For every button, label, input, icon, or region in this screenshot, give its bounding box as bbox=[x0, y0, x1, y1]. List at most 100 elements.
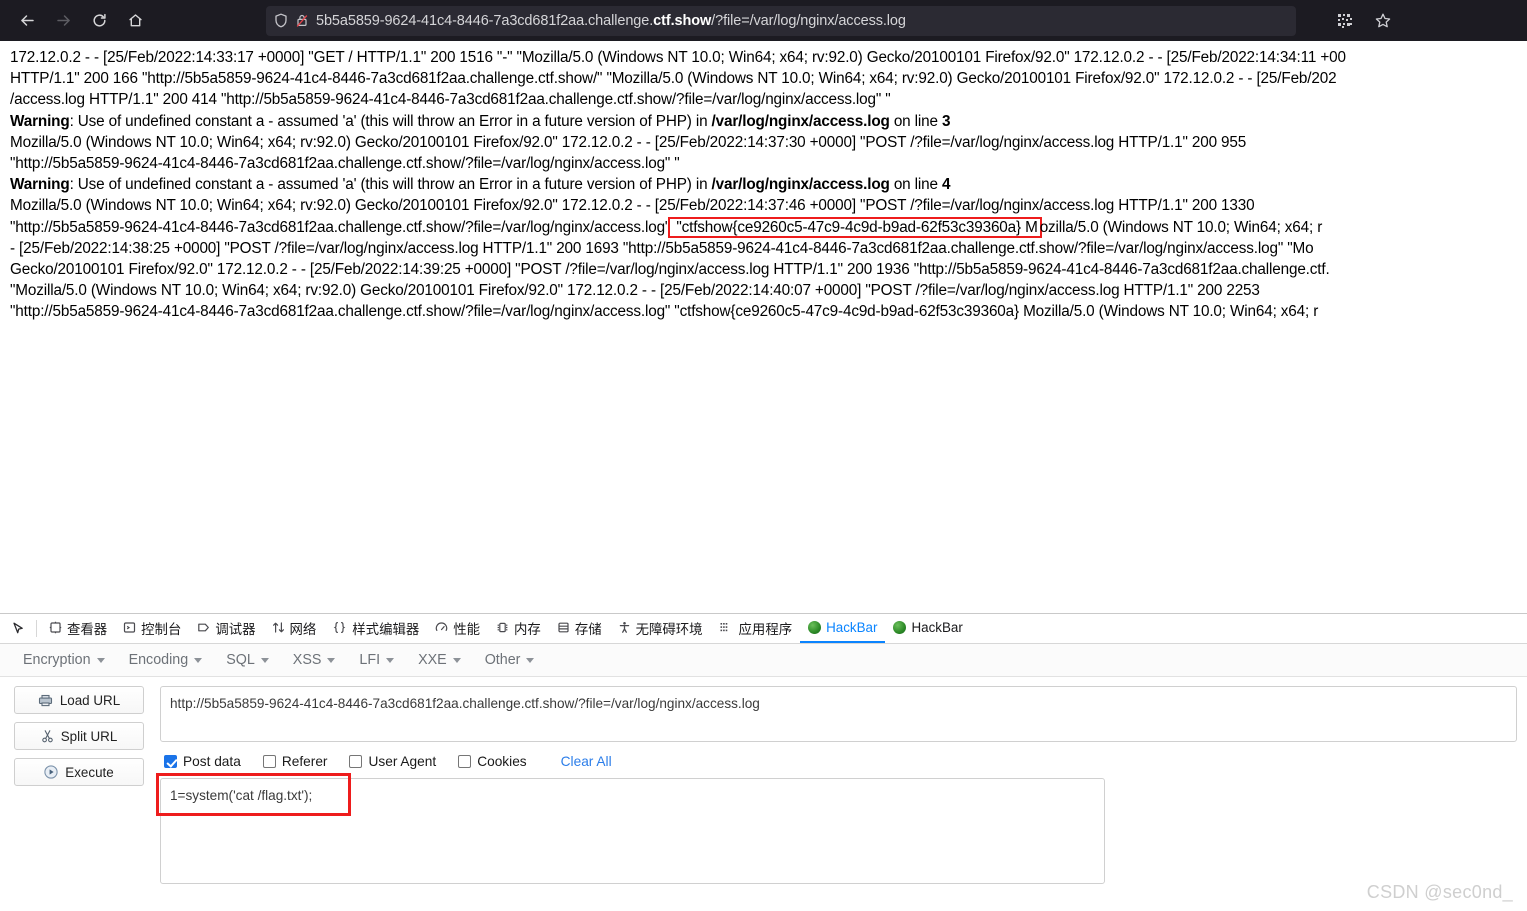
reload-icon[interactable] bbox=[82, 6, 116, 36]
url-input[interactable] bbox=[160, 686, 1517, 742]
hackbar-menu-lfi[interactable]: LFI bbox=[350, 648, 403, 672]
home-icon[interactable] bbox=[118, 6, 152, 36]
checkbox-label: Cookies bbox=[477, 754, 527, 769]
checkbox-user-agent[interactable]: User Agent bbox=[349, 754, 436, 769]
checkbox-post-data[interactable]: Post data bbox=[164, 754, 241, 769]
csdn-watermark: CSDN @sec0nd_ bbox=[1366, 882, 1513, 902]
checkbox-cookies[interactable]: Cookies bbox=[458, 754, 527, 769]
log-segment: Gecko/20100101 Firefox/92.0" 172.12.0.2 … bbox=[10, 261, 1330, 279]
address-bar-text: 5b5a5859-9624-41c4-8446-7a3cd681f2aa.cha… bbox=[316, 13, 906, 29]
chevron-down-icon bbox=[452, 657, 461, 663]
checkbox-box[interactable] bbox=[262, 755, 276, 768]
checkbox-label: User Agent bbox=[368, 754, 437, 769]
chevron-down-icon bbox=[194, 657, 203, 663]
log-line: Warning: Use of undefined constant a - a… bbox=[10, 174, 1517, 195]
shield-icon bbox=[274, 13, 288, 28]
load-url-button[interactable]: Load URL bbox=[14, 686, 144, 714]
hackbar-body: Load URL Split URL Execute Post data Refere… bbox=[0, 677, 1527, 911]
flag-highlight: "ctfshow{ce9260c5-47c9-4c9d-b9ad-62f53c3… bbox=[668, 216, 1042, 238]
tab-label: 样式编辑器 bbox=[352, 621, 420, 637]
tab-网络[interactable]: 网络 bbox=[264, 614, 325, 643]
tab-label: HackBar bbox=[911, 620, 963, 635]
tab-label: 调试器 bbox=[215, 621, 256, 637]
clear-all-link[interactable]: Clear All bbox=[561, 754, 612, 769]
tab-label: 存储 bbox=[574, 621, 602, 637]
log-segment: "Mozilla/5.0 (Windows NT 10.0; Win64; x6… bbox=[10, 282, 1260, 300]
tab-查看器[interactable]: 查看器 bbox=[41, 614, 115, 643]
tab-label: HackBar bbox=[826, 620, 878, 635]
log-segment: "http://5b5a5859-9624-41c4-8446-7a3cd681… bbox=[10, 155, 680, 173]
tab-无障碍环境[interactable]: 无障碍环境 bbox=[610, 614, 711, 643]
chevron-down-icon bbox=[96, 657, 105, 663]
button-label: Split URL bbox=[60, 728, 118, 744]
hackbar-menu-xxe[interactable]: XXE bbox=[409, 648, 470, 672]
tab-label: 应用程序 bbox=[738, 621, 793, 637]
log-segment: 172.12.0.2 - - [25/Feb/2022:14:33:17 +00… bbox=[10, 49, 1346, 66]
hackbar-menu-encryption[interactable]: Encryption bbox=[14, 648, 114, 672]
split-url-button[interactable]: Split URL bbox=[14, 722, 144, 750]
tab-label: 控制台 bbox=[141, 621, 182, 637]
checkbox-referer[interactable]: Referer bbox=[262, 754, 327, 769]
tab-label: 无障碍环境 bbox=[635, 621, 703, 637]
chevron-down-icon bbox=[526, 657, 535, 663]
log-line: 172.12.0.2 - - [25/Feb/2022:14:33:17 +00… bbox=[10, 47, 1517, 68]
toolbar-divider bbox=[36, 620, 37, 637]
hackbar-menu-other[interactable]: Other bbox=[476, 648, 544, 672]
tab-label: 查看器 bbox=[67, 621, 108, 637]
debugger-icon bbox=[197, 621, 210, 634]
checkbox-box[interactable] bbox=[164, 755, 177, 768]
access-log-output: 172.12.0.2 - - [25/Feb/2022:14:33:17 +00… bbox=[10, 47, 1517, 323]
log-line: HTTP/1.1" 200 166 "http://5b5a5859-9624-… bbox=[10, 68, 1517, 89]
log-segment: Warning bbox=[10, 112, 70, 130]
hackbar-menu-xss[interactable]: XSS bbox=[284, 648, 345, 672]
lock-crossed-icon bbox=[295, 13, 309, 28]
tab-内存[interactable]: 内存 bbox=[488, 614, 549, 643]
post-data-input[interactable] bbox=[160, 778, 1105, 884]
hackbar-menu-sql[interactable]: SQL bbox=[217, 648, 278, 672]
tab-调试器[interactable]: 调试器 bbox=[189, 614, 263, 643]
bookmark-star-icon[interactable] bbox=[1367, 6, 1399, 36]
inspector-icon bbox=[49, 621, 62, 634]
storage-icon bbox=[557, 621, 570, 634]
tab-样式编辑器[interactable]: 样式编辑器 bbox=[324, 614, 427, 643]
devtools-tabbar: 查看器 控制台 调试器 网络 样式编辑器 性能 内存 存储 无障碍环境 应用程序 HackBar Ha… bbox=[0, 614, 1527, 644]
page-content: 172.12.0.2 - - [25/Feb/2022:14:33:17 +00… bbox=[0, 41, 1527, 613]
menu-label: LFI bbox=[359, 652, 381, 668]
tab-存储[interactable]: 存储 bbox=[549, 614, 610, 643]
log-segment: "http://5b5a5859-9624-41c4-8446-7a3cd681… bbox=[10, 218, 671, 236]
menu-label: XXE bbox=[418, 652, 447, 668]
button-label: Load URL bbox=[59, 692, 121, 708]
hackbar-option-checkboxes: Post data Referer User Agent Cookies Clear A… bbox=[164, 754, 1517, 769]
tab-性能[interactable]: 性能 bbox=[427, 614, 488, 643]
tab-hackbar-10[interactable]: HackBar bbox=[800, 614, 886, 643]
tab-控制台[interactable]: 控制台 bbox=[115, 614, 189, 643]
log-segment: 3 bbox=[941, 112, 951, 130]
execute-button[interactable]: Execute bbox=[14, 758, 144, 786]
log-segment: : Use of undefined constant a - assumed … bbox=[69, 176, 712, 194]
log-line: Gecko/20100101 Firefox/92.0" 172.12.0.2 … bbox=[10, 259, 1517, 280]
log-segment: ozilla/5.0 (Windows NT 10.0; Win64; x64;… bbox=[1039, 218, 1323, 236]
toolbar-right-icons bbox=[1329, 6, 1399, 36]
log-segment: 4 bbox=[941, 176, 951, 194]
checkbox-box[interactable] bbox=[458, 755, 472, 768]
element-picker-icon[interactable] bbox=[4, 614, 32, 643]
hackbar-panel: Encryption Encoding SQL XSS LFI XXE Other Load… bbox=[0, 644, 1527, 911]
log-line: Warning: Use of undefined constant a - a… bbox=[10, 111, 1517, 132]
log-segment: "http://5b5a5859-9624-41c4-8446-7a3cd681… bbox=[10, 303, 1319, 321]
tab-hackbar-11[interactable]: HackBar bbox=[885, 614, 970, 643]
forward-arrow-icon[interactable] bbox=[46, 6, 80, 36]
tab-应用程序[interactable]: 应用程序 bbox=[711, 614, 801, 643]
address-bar[interactable]: 5b5a5859-9624-41c4-8446-7a3cd681f2aa.cha… bbox=[266, 5, 1296, 36]
hackbar-fields: Post data Referer User Agent Cookies Clear A… bbox=[156, 686, 1527, 911]
checkbox-box[interactable] bbox=[349, 755, 363, 768]
accessibility-icon bbox=[618, 621, 631, 634]
chevron-down-icon bbox=[327, 657, 336, 663]
memory-icon bbox=[496, 621, 509, 634]
url-suffix: /?file=/var/log/nginx/access.log bbox=[711, 12, 906, 29]
hackbar-menu-encoding[interactable]: Encoding bbox=[120, 648, 212, 672]
log-line: Mozilla/5.0 (Windows NT 10.0; Win64; x64… bbox=[10, 195, 1517, 216]
hackbar-icon bbox=[808, 621, 822, 634]
qr-code-icon[interactable] bbox=[1329, 6, 1361, 36]
play-icon bbox=[44, 765, 58, 779]
back-arrow-icon[interactable] bbox=[10, 6, 44, 36]
